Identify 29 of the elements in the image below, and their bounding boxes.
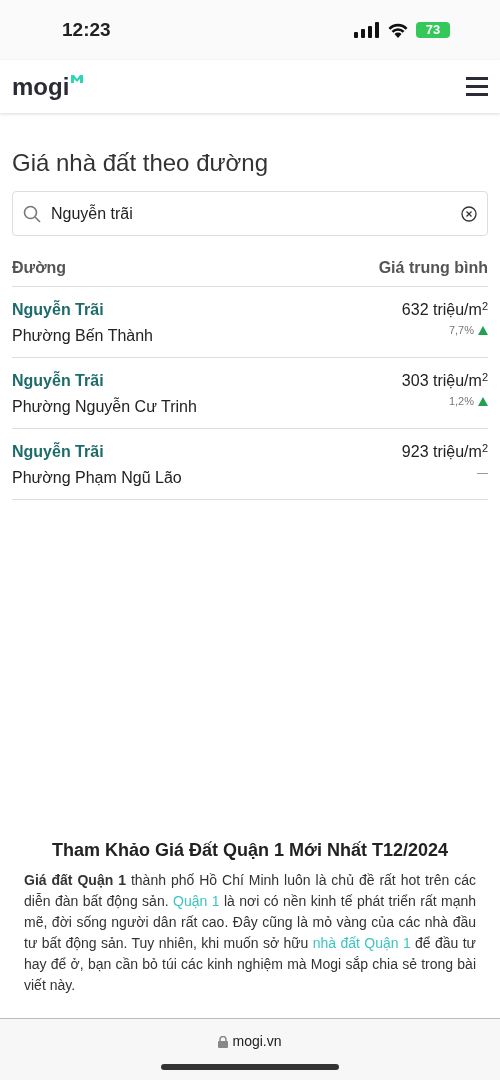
- mogi-logo[interactable]: mogi: [12, 74, 84, 99]
- wifi-icon: [388, 22, 408, 38]
- price-change: 1,2%: [448, 394, 474, 409]
- search-icon: [23, 204, 41, 223]
- column-header: Đường: [12, 258, 67, 278]
- average-price: 632 triệu/m$^{2}$: [401, 298, 488, 320]
- search-input[interactable]: Nguyễn trãi: [51, 201, 451, 226]
- average-price: 303 triệu/m$^{2}$: [401, 369, 488, 391]
- street-link[interactable]: Nguyễn Trãi: [12, 440, 182, 464]
- column-header: Giá trung bình: [378, 258, 488, 278]
- lock-icon: [218, 1035, 229, 1048]
- signal-icon: [354, 22, 380, 38]
- article-paragraph: Giá đất Quận 1 thành phố Hồ Chí Minh luôn là chủ đề rất hot trên các diễn đàn bất động sản. Quận 1 là nơi có nền kinh tế phát triển rất mạnh mẽ, đời sống người dân rất cao. Đây cũng là mỏ vàng của các nhà đầu tư bất động sản. Tuy nhiên, khi muốn sở hữu nhà đất Quận 1 để đầu tư hay để ở, bạn cần bỏ túi các kinh nghiệm mà Mogi sắp chia sẻ trong bài viết này.: [24, 871, 476, 995]
- no-change-dash: —: [477, 465, 488, 480]
- ward-name: Phường Phạm Ngũ Lão: [12, 468, 182, 488]
- page-title: Giá nhà đất theo đường: [12, 148, 269, 178]
- battery-indicator: 73: [416, 22, 450, 38]
- average-price: 923 triệu/m$^{2}$: [401, 440, 488, 462]
- ward-name: Phường Bến Thành: [12, 326, 153, 346]
- url-text[interactable]: mogi.vn: [232, 1031, 282, 1052]
- clear-icon[interactable]: [461, 205, 477, 222]
- street-link[interactable]: Nguyễn Trãi: [12, 298, 153, 322]
- price-change: 7,7%: [448, 323, 474, 338]
- menu-icon[interactable]: [466, 77, 488, 96]
- status-time: 12:23: [62, 17, 111, 42]
- ward-name: Phường Nguyễn Cư Trinh: [12, 396, 197, 417]
- search-field[interactable]: Nguyễn trãi: [12, 191, 488, 236]
- article-title: Tham Khảo Giá Đất Quận 1 Mới Nhất T12/2024: [51, 839, 449, 862]
- street-link[interactable]: Nguyễn Trãi: [12, 369, 197, 393]
